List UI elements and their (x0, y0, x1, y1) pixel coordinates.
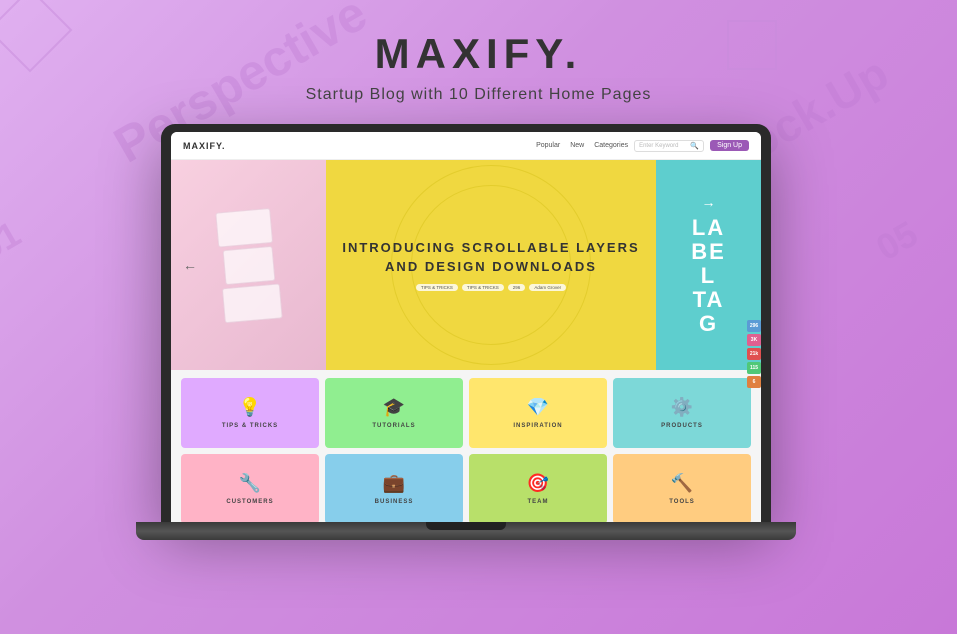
laptop-screen: MAXIFY. Popular New Categories Enter Key… (171, 132, 761, 522)
hero-tag-author: Adam Grover (529, 284, 566, 291)
hero-cards (215, 207, 282, 323)
cat-customers[interactable]: 🔧 CUSTOMERS (181, 454, 319, 522)
indicator-5[interactable]: 6 (747, 376, 761, 388)
hero-center-panel: INTRODUCING SCROLLABLE LAYERS AND DESIGN… (326, 160, 656, 370)
hero-left-arrow[interactable]: ← (183, 257, 197, 273)
laptop-base (136, 522, 796, 540)
nav-new[interactable]: New (570, 142, 584, 149)
indicator-1[interactable]: 296 (747, 320, 761, 332)
cat-business[interactable]: 💼 BUSINESS (325, 454, 463, 522)
customers-label: CUSTOMERS (226, 499, 273, 505)
sidebar-indicators: 296 3K 21k 115 6 (747, 320, 761, 388)
hero-title-line2: AND DESIGN DOWNLOADS (385, 259, 597, 274)
laptop-outer: MAXIFY. Popular New Categories Enter Key… (161, 124, 771, 522)
hero-title-line1: INTRODUCING SCROLLABLE LAYERS (342, 240, 639, 255)
tips-icon: 💡 (239, 397, 261, 418)
cat-tools[interactable]: 🔨 TOOLS (613, 454, 751, 522)
products-label: PRODUCTS (661, 423, 703, 429)
main-logo: MAXIFY. (306, 30, 652, 78)
indicator-2[interactable]: 3K (747, 334, 761, 346)
business-icon: 💼 (383, 473, 405, 494)
nav-search[interactable]: Enter Keyword 🔍 (634, 140, 704, 152)
hero-tag-tipstricks[interactable]: TIPS & TRICKS (462, 284, 504, 291)
hero-label-tag: LABELTAG (691, 216, 726, 337)
cat-team[interactable]: 🎯 TEAM (469, 454, 607, 522)
category-row-1: 💡 TIPS & TRICKS 🎓 TUTORIALS 💎 INSPIRATIO… (181, 378, 751, 448)
cat-tutorials[interactable]: 🎓 TUTORIALS (325, 378, 463, 448)
tutorials-label: TUTORIALS (372, 423, 415, 429)
cat-inspiration[interactable]: 💎 INSPIRATION (469, 378, 607, 448)
category-row-2: 🔧 CUSTOMERS 💼 BUSINESS 🎯 TEAM 🔨 (181, 454, 751, 522)
inspiration-label: INSPIRATION (513, 423, 562, 429)
customers-icon: 🔧 (239, 473, 261, 494)
header: MAXIFY. Startup Blog with 10 Different H… (306, 0, 652, 114)
hero-left-panel: ← (171, 160, 326, 370)
screen-nav: MAXIFY. Popular New Categories Enter Key… (171, 132, 761, 160)
cat-products[interactable]: ⚙️ PRODUCTS (613, 378, 751, 448)
indicator-3[interactable]: 21k (747, 348, 761, 360)
tips-label: TIPS & TRICKS (222, 423, 278, 429)
tutorials-icon: 🎓 (383, 397, 405, 418)
hero-tag-products[interactable]: TIPS & TRICKS (416, 284, 458, 291)
business-label: BUSINESS (375, 499, 414, 505)
nav-categories[interactable]: Categories (594, 142, 628, 149)
tools-icon: 🔨 (671, 473, 693, 494)
hero-tags: TIPS & TRICKS TIPS & TRICKS 296 Adam Gro… (416, 284, 566, 291)
team-icon: 🎯 (527, 473, 549, 494)
screen-categories: 💡 TIPS & TRICKS 🎓 TUTORIALS 💎 INSPIRATIO… (171, 370, 761, 522)
search-placeholder: Enter Keyword (639, 143, 678, 149)
laptop-notch (426, 522, 506, 530)
hero-right-arrow: → (702, 194, 716, 210)
cat-tips-tricks[interactable]: 💡 TIPS & TRICKS (181, 378, 319, 448)
tools-label: TOOLS (669, 499, 695, 505)
inspiration-icon: 💎 (527, 397, 549, 418)
hero-tag-296: 296 (508, 284, 526, 291)
logo-text: MAXIFY. (375, 30, 583, 77)
hero-title: INTRODUCING SCROLLABLE LAYERS AND DESIGN… (342, 239, 639, 275)
tagline: Startup Blog with 10 Different Home Page… (306, 86, 652, 104)
team-label: TEAM (528, 499, 549, 505)
products-icon: ⚙️ (671, 397, 693, 418)
page-content: MAXIFY. Startup Blog with 10 Different H… (0, 0, 957, 634)
hero-card-2 (222, 245, 275, 284)
screen-logo: MAXIFY. (183, 141, 226, 151)
laptop-mockup: MAXIFY. Popular New Categories Enter Key… (161, 124, 796, 540)
hero-right-panel: → LABELTAG (656, 160, 761, 370)
hero-card-3 (221, 283, 282, 323)
nav-links: Popular New Categories (536, 142, 628, 149)
screen-hero: ← INTRODUCING SCROLLABLE LAYERS (171, 160, 761, 370)
signup-button[interactable]: Sign Up (710, 140, 749, 151)
search-icon[interactable]: 🔍 (690, 142, 699, 150)
indicator-4[interactable]: 115 (747, 362, 761, 374)
nav-popular[interactable]: Popular (536, 142, 560, 149)
hero-card-1 (215, 207, 273, 247)
